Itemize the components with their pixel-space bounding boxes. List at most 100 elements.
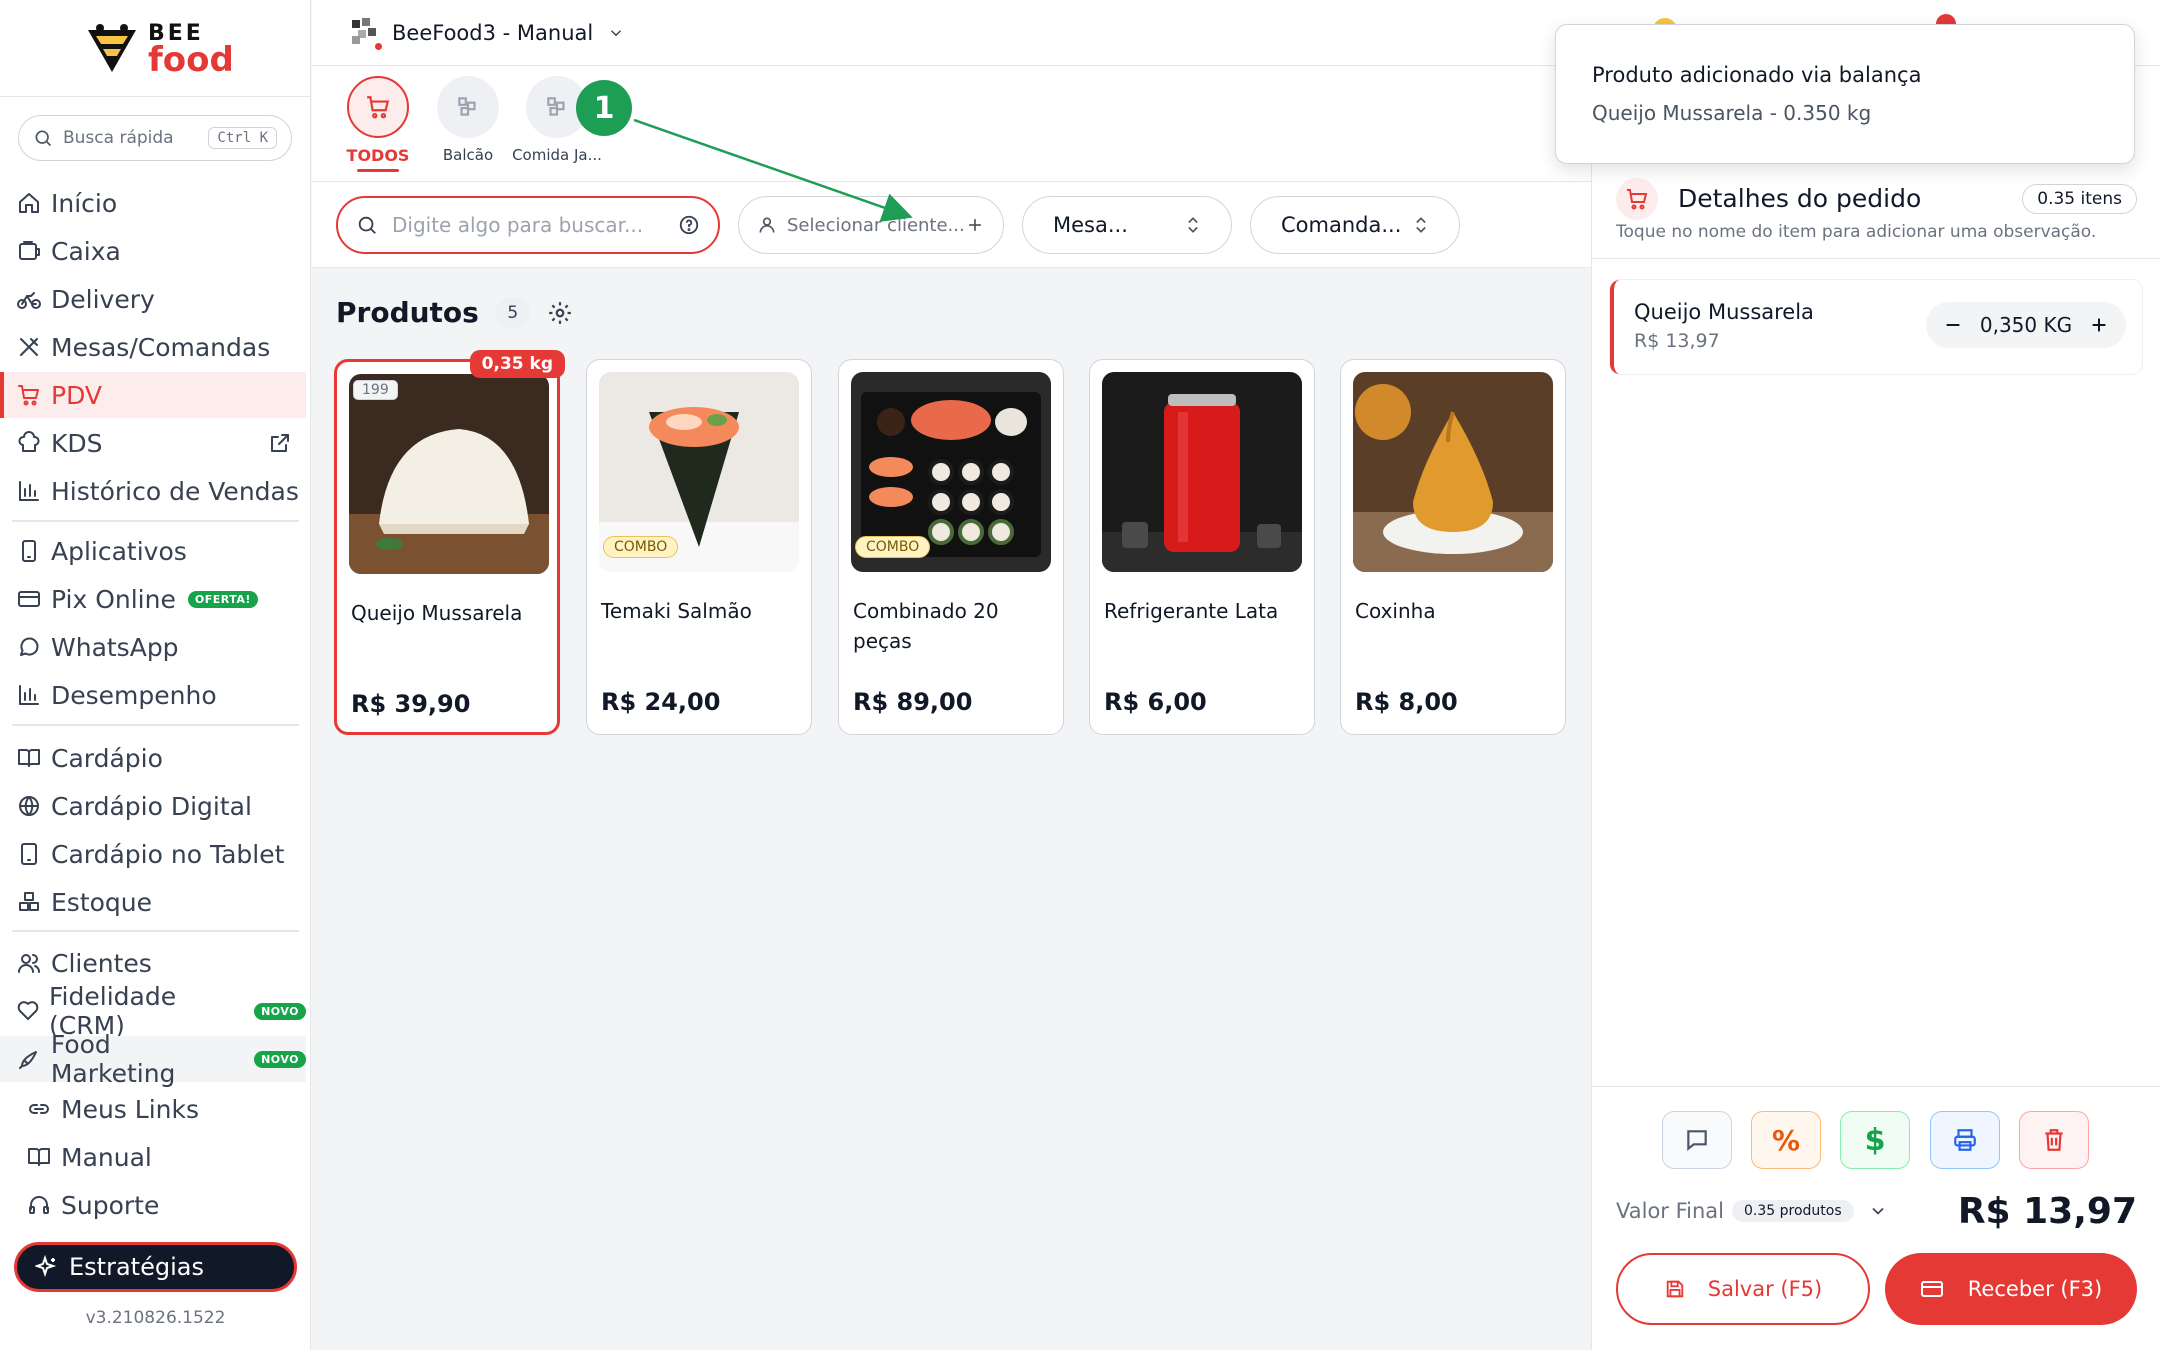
category-tab-balcao[interactable]: Balcão [423,76,513,164]
product-image-soda [1102,372,1302,572]
items-count-badge: 0.35 itens [2022,184,2137,214]
minus-icon[interactable] [1942,314,1964,336]
smartphone-icon [22,540,36,562]
sidebar-item-pdv[interactable]: PDV [0,372,306,418]
product-card[interactable]: 199 0,35 kg Queijo Mussarela R$ 39,90 [334,350,565,735]
products-title: Produtos [336,296,479,329]
sidebar-item-mesas[interactable]: Mesas/Comandas [0,324,306,370]
sidebar-item-desempenho[interactable]: Desempenho [0,672,306,718]
tablet-icon [21,843,37,865]
external-link-icon[interactable] [268,431,292,455]
product-card[interactable]: COMBO Temaki Salmão R$ 24,00 [586,359,812,735]
sidebar-item-cardapio[interactable]: Cardápio [0,735,306,781]
client-selector[interactable]: Selecionar cliente... [738,196,1004,254]
order-item-name[interactable]: Queijo Mussarela [1634,300,1814,324]
store-selector[interactable]: BeeFood3 - Manual [348,16,625,52]
message-icon [1687,1130,1707,1151]
sidebar-item-fidelidade[interactable]: Fidelidade (CRM) NOVO [0,982,306,1040]
cart-icon [367,96,390,119]
sidebar-item-food-marketing[interactable]: Food Marketing NOVO [0,1030,306,1088]
sidebar-item-suporte[interactable]: Suporte [0,1182,306,1228]
sidebar-item-label: Delivery [51,284,155,314]
quantity-value: 0,350 KG [1979,313,2073,337]
strategies-button[interactable]: Estratégias [14,1242,297,1292]
brand-logo[interactable]: BEE food [80,20,240,80]
offer-badge: OFERTA! [187,590,258,608]
sidebar-item-aplicativos[interactable]: Aplicativos [0,528,306,574]
utensils-icon [20,338,38,356]
store-logo-icon [458,97,476,116]
home-icon [19,193,39,213]
chevron-down-icon[interactable] [1868,1201,1888,1221]
sidebar-item-label: Cardápio no Tablet [51,839,285,869]
sidebar-item-delivery[interactable]: Delivery [0,276,306,322]
sidebar-item-manual[interactable]: Manual [0,1134,306,1180]
product-search-input[interactable]: Digite algo para buscar... [336,196,720,254]
sidebar-item-inicio[interactable]: Início [0,180,306,226]
category-tab-todos[interactable]: TODOS [333,76,423,172]
order-footer: % $ Valor Final 0.35 produtos R$ 13,97 S… [1592,1086,2160,1350]
category-circle [437,76,499,138]
sidebar-item-pix[interactable]: Pix Online OFERTA! [0,576,306,622]
product-image-coxinha [1353,372,1553,572]
plus-icon[interactable] [965,215,985,235]
store-name: BeeFood3 - Manual [392,21,594,45]
save-label: Salvar (F5) [1707,1277,1823,1301]
users-icon [18,954,40,973]
comanda-selector[interactable]: Comanda... [1250,196,1460,254]
sidebar-item-label: Suporte [61,1190,160,1220]
sidebar: BEE food Busca rápida Ctrl K Início Caix… [0,0,311,1350]
chevron-up-down-icon [1188,217,1198,233]
headphones-icon [29,1196,49,1214]
sidebar-item-estoque[interactable]: Estoque [0,879,306,925]
product-card[interactable]: Refrigerante Lata R$ 6,00 [1089,359,1315,735]
product-name: Temaki Salmão [601,599,752,623]
discount-button[interactable]: % [1751,1111,1821,1169]
product-card[interactable]: Coxinha R$ 8,00 [1340,359,1566,735]
sidebar-item-historico[interactable]: Histórico de Vendas [0,468,306,514]
observation-button[interactable] [1662,1111,1732,1169]
product-name: Coxinha [1355,599,1436,623]
help-circle-icon[interactable] [678,214,700,236]
order-title: Detalhes do pedido [1678,184,1922,213]
cash-register-icon [19,241,40,260]
chevron-down-icon [611,30,622,37]
products-header: Produtos 5 [336,296,573,329]
delete-order-button[interactable] [2019,1111,2089,1169]
sidebar-item-cardapio-tablet[interactable]: Cardápio no Tablet [0,831,306,877]
sidebar-item-label: Aplicativos [51,536,187,566]
rocket-icon [18,1051,37,1069]
divider [12,930,299,932]
table-selector[interactable]: Mesa... [1022,196,1232,254]
plus-icon[interactable] [2088,314,2110,336]
final-value-row[interactable]: Valor Final 0.35 produtos [1616,1199,1888,1223]
chat-bubble-icon [20,637,39,656]
toast-notification[interactable]: Produto adicionado via balança Queijo Mu… [1555,24,2135,164]
cart-icon [1627,189,1648,210]
sidebar-item-cardapio-digital[interactable]: Cardápio Digital [0,783,306,829]
sidebar-item-whatsapp[interactable]: WhatsApp [0,624,306,670]
sidebar-item-meus-links[interactable]: Meus Links [0,1086,306,1132]
order-hint: Toque no nome do item para adicionar uma… [1616,222,2097,242]
products-count: 5 [494,296,531,329]
category-label: TODOS [346,146,410,165]
payment-button[interactable]: $ [1840,1111,1910,1169]
cart-icon [18,385,39,406]
globe-icon [19,796,39,816]
sidebar-item-clientes[interactable]: Clientes [0,940,306,986]
sidebar-item-kds[interactable]: KDS [0,420,306,466]
gear-icon[interactable] [547,300,573,326]
receive-button[interactable]: Receber (F3) [1885,1253,2137,1325]
sidebar-item-label: Início [51,188,118,218]
sidebar-item-label: Histórico de Vendas [51,476,299,506]
product-card[interactable]: COMBO Combinado 20 peças R$ 89,00 [838,359,1064,735]
sidebar-item-caixa[interactable]: Caixa [0,228,306,274]
print-button[interactable] [1930,1111,2000,1169]
sparkles-icon [35,1255,57,1278]
trash-icon [2045,1129,2063,1151]
sidebar-item-label: Meus Links [61,1094,199,1124]
quick-search[interactable]: Busca rápida Ctrl K [18,115,292,161]
save-button[interactable]: Salvar (F5) [1616,1253,1870,1325]
order-item[interactable]: Queijo Mussarela R$ 13,97 0,350 KG [1610,280,2142,374]
search-icon [358,216,376,234]
